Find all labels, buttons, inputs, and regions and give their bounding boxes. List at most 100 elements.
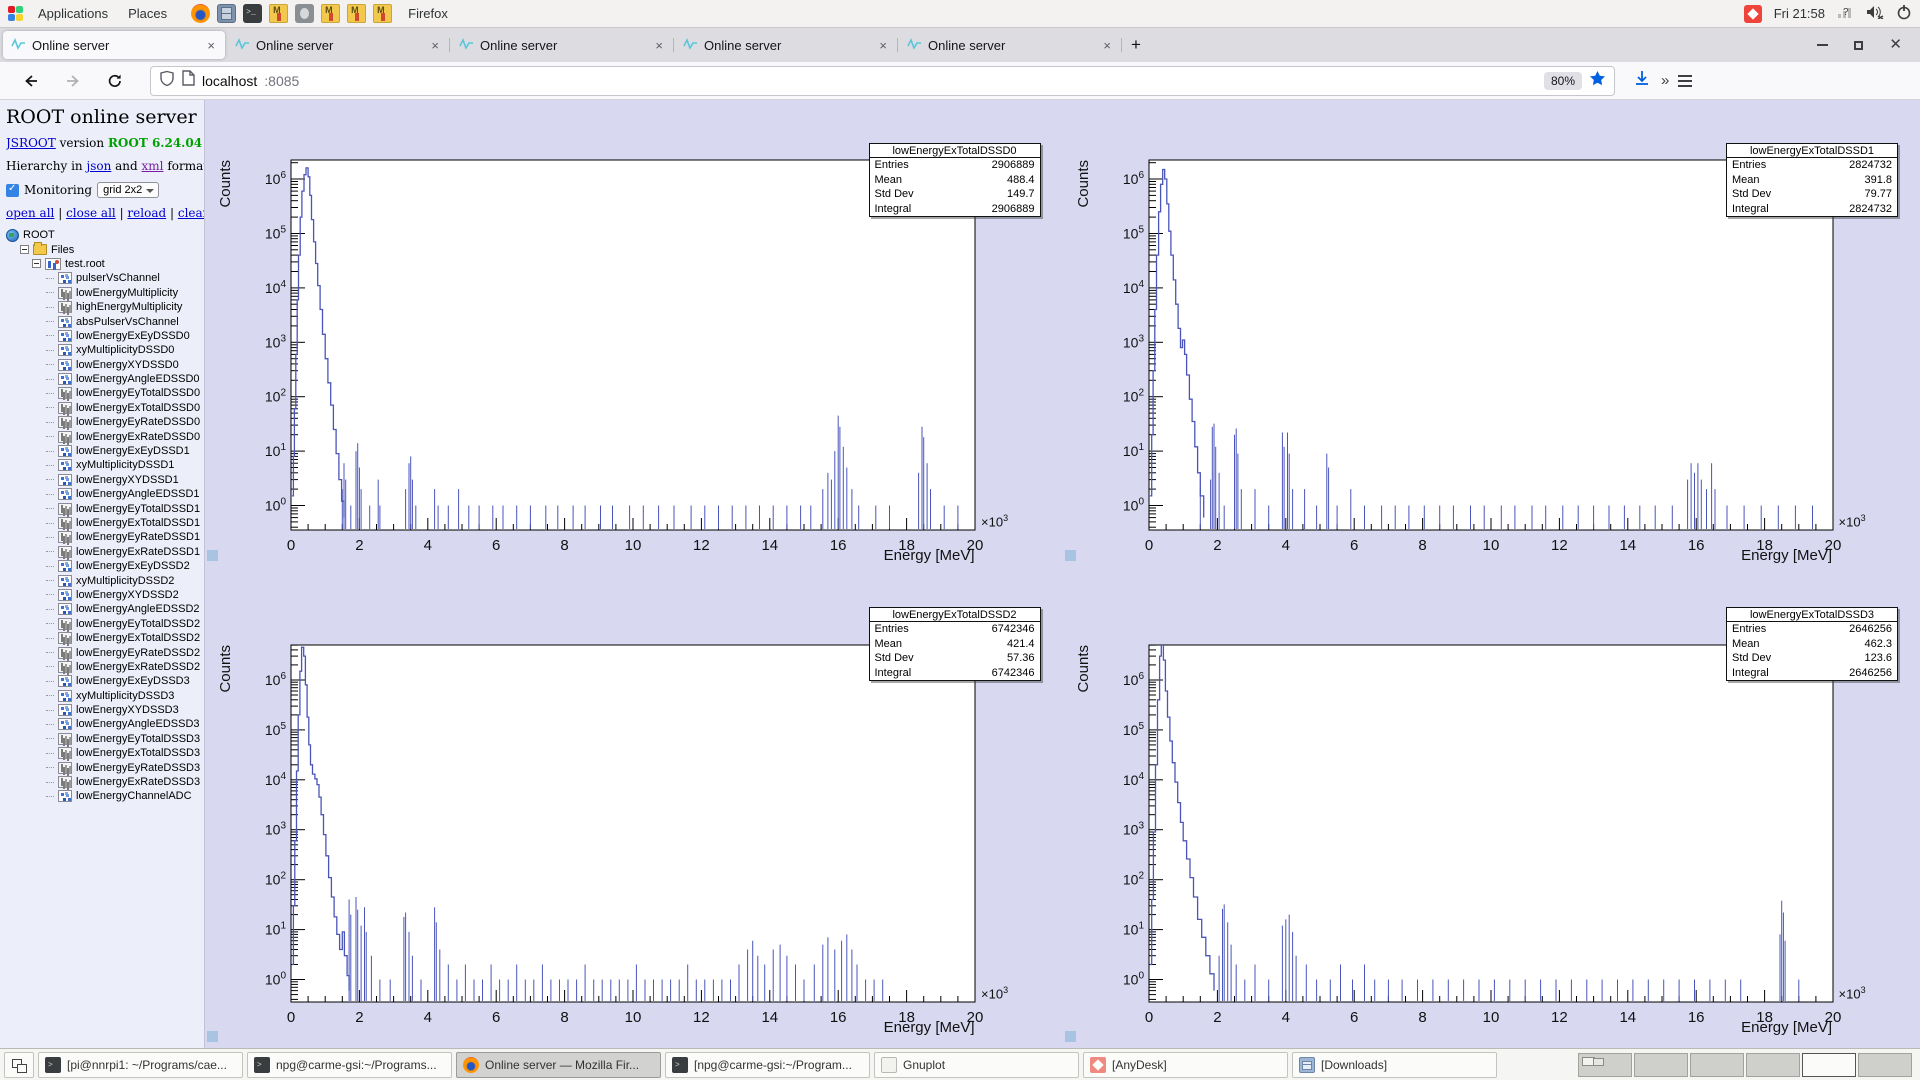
reload-link[interactable]: reload [127,206,166,220]
workspace-cell[interactable] [1802,1053,1856,1077]
tab-close-icon[interactable]: × [205,38,217,53]
histogram-pad-0[interactable]: 02468101214161820100101102103104105106lo… [205,100,1063,567]
workspace-cell[interactable] [1746,1053,1800,1077]
tree-item-histogram[interactable]: lowEnergyAngleEDSSD0 [6,372,204,386]
tree-item-histogram[interactable]: lowEnergyAngleEDSSD1 [6,487,204,501]
tree-item-histogram[interactable]: lowEnergyXYDSSD2 [6,588,204,602]
applications-menu[interactable]: Applications [28,6,118,21]
jsroot-link[interactable]: JSROOT [6,136,56,150]
workspace-cell[interactable] [1858,1053,1912,1077]
url-host[interactable]: localhost [202,73,257,89]
tree-item-histogram[interactable]: xyMultiplicityDSSD3 [6,689,204,703]
tree-item-histogram[interactable]: lowEnergyXYDSSD3 [6,703,204,717]
pad-resize-handle[interactable] [207,550,218,561]
tree-item-histogram[interactable]: lowEnergyEyTotalDSSD3 [6,732,204,746]
browser-tab[interactable]: Online server× [227,31,449,59]
stat-box[interactable]: lowEnergyExTotalDSSD2Entries6742346Mean4… [869,607,1041,681]
tree-item-histogram[interactable]: xyMultiplicityDSSD0 [6,343,204,357]
tree-item-histogram[interactable]: absPulserVsChannel [6,314,204,328]
tree-item-histogram[interactable]: lowEnergyExEyDSSD2 [6,559,204,573]
histogram-pad-2[interactable]: 02468101214161820100101102103104105106lo… [205,567,1063,1048]
tree-item-histogram[interactable]: lowEnergyExRateDSSD2 [6,660,204,674]
tree-item-files[interactable]: Files [6,242,204,256]
tree-item-histogram[interactable]: lowEnergyExRateDSSD1 [6,545,204,559]
minimize-button[interactable] [1817,44,1828,46]
close-window-button[interactable]: ✕ [1889,40,1902,50]
monitoring-checkbox[interactable] [6,184,19,197]
tab-close-icon[interactable]: × [1101,38,1113,53]
new-tab-button[interactable]: + [1122,32,1150,58]
tree-item-histogram[interactable]: lowEnergyXYDSSD0 [6,358,204,372]
layout-select[interactable]: grid 2x2 [97,182,159,198]
tree-item-histogram[interactable]: lowEnergyExRateDSSD3 [6,775,204,789]
tree-item-histogram[interactable]: lowEnergyExRateDSSD0 [6,429,204,443]
close-all-link[interactable]: close all [66,206,116,220]
collapse-icon[interactable] [20,245,29,254]
reload-button[interactable] [100,67,130,95]
tree-item-histogram[interactable]: lowEnergyExTotalDSSD0 [6,401,204,415]
taskbar-button[interactable]: Online server — Mozilla Fir... [456,1052,661,1078]
tree-item-histogram[interactable]: lowEnergyExTotalDSSD3 [6,746,204,760]
cabinet-launcher-icon[interactable] [217,4,236,23]
tree-item-histogram[interactable]: lowEnergyEyRateDSSD2 [6,645,204,659]
tree-item-histogram[interactable]: pulserVsChannel [6,271,204,285]
tree-item-histogram[interactable]: lowEnergyEyTotalDSSD2 [6,617,204,631]
tree-item-histogram[interactable]: lowEnergyExTotalDSSD1 [6,516,204,530]
forward-button[interactable] [58,67,88,95]
taskbar-button[interactable]: Gnuplot [874,1052,1079,1078]
tree-item-histogram[interactable]: lowEnergyAngleEDSSD3 [6,717,204,731]
stat-box[interactable]: lowEnergyExTotalDSSD0Entries2906889Mean4… [869,143,1041,217]
midas-launcher-icon[interactable] [347,4,366,23]
power-icon[interactable] [1896,4,1912,23]
downloads-icon[interactable] [1633,69,1651,92]
pad-resize-handle[interactable] [1065,550,1076,561]
tree-item-histogram[interactable]: lowEnergyXYDSSD1 [6,473,204,487]
clear-link[interactable]: clear [178,206,205,220]
browser-tab[interactable]: Online server× [899,31,1121,59]
tree-item-root[interactable]: ROOT [6,228,204,242]
midas-launcher-icon[interactable] [269,4,288,23]
pad-resize-handle[interactable] [207,1031,218,1042]
zoom-level-badge[interactable]: 80% [1544,72,1582,90]
url-bar[interactable]: localhost:8085 80% [150,66,1615,96]
taskbar-button[interactable]: [AnyDesk] [1083,1052,1288,1078]
midas-launcher-icon[interactable] [373,4,392,23]
tree-item-histogram[interactable]: xyMultiplicityDSSD1 [6,458,204,472]
open-all-link[interactable]: open all [6,206,54,220]
firefox-launcher-icon[interactable] [191,4,210,23]
stat-box[interactable]: lowEnergyExTotalDSSD1Entries2824732Mean3… [1726,143,1898,217]
histogram-pad-3[interactable]: 02468101214161820100101102103104105106lo… [1063,567,1920,1048]
places-menu[interactable]: Places [118,6,177,21]
toolbar-overflow-button[interactable]: » [1661,72,1668,89]
workspace-cell[interactable] [1690,1053,1744,1077]
tree-item-test-root[interactable]: test.root [6,257,204,271]
network-icon[interactable]: ? [1837,5,1854,22]
pad-resize-handle[interactable] [1065,1031,1076,1042]
tab-close-icon[interactable]: × [429,38,441,53]
terminal-launcher-icon[interactable] [243,4,262,23]
taskbar-button[interactable]: [npg@carme-gsi:~/Program... [665,1052,870,1078]
histogram-pad-1[interactable]: 02468101214161820100101102103104105106lo… [1063,100,1920,567]
workspace-cell[interactable] [1634,1053,1688,1077]
tree-item-histogram[interactable]: highEnergyMultiplicity [6,300,204,314]
clock[interactable]: Fri 21:58 [1774,6,1825,21]
midas-launcher-icon[interactable] [321,4,340,23]
tree-item-histogram[interactable]: xyMultiplicityDSSD2 [6,573,204,587]
stat-box[interactable]: lowEnergyExTotalDSSD3Entries2646256Mean4… [1726,607,1898,681]
menu-hamburger-icon[interactable] [1678,75,1692,87]
tree-item-histogram[interactable]: lowEnergyEyRateDSSD1 [6,530,204,544]
workspace-cell[interactable] [1578,1053,1632,1077]
tree-item-histogram[interactable]: lowEnergyEyTotalDSSD0 [6,386,204,400]
json-link[interactable]: json [86,159,111,173]
tree-item-histogram[interactable]: lowEnergyEyRateDSSD3 [6,760,204,774]
distro-logo-icon[interactable] [8,6,24,22]
back-button[interactable] [16,67,46,95]
anydesk-tray-icon[interactable] [1744,5,1762,23]
camera-launcher-icon[interactable] [295,4,314,23]
tab-close-icon[interactable]: × [653,38,665,53]
bookmark-star-icon[interactable] [1589,70,1606,92]
tree-item-histogram[interactable]: lowEnergyExEyDSSD3 [6,674,204,688]
tab-close-icon[interactable]: × [877,38,889,53]
show-windows-button[interactable] [4,1052,34,1078]
collapse-icon[interactable] [32,259,41,268]
